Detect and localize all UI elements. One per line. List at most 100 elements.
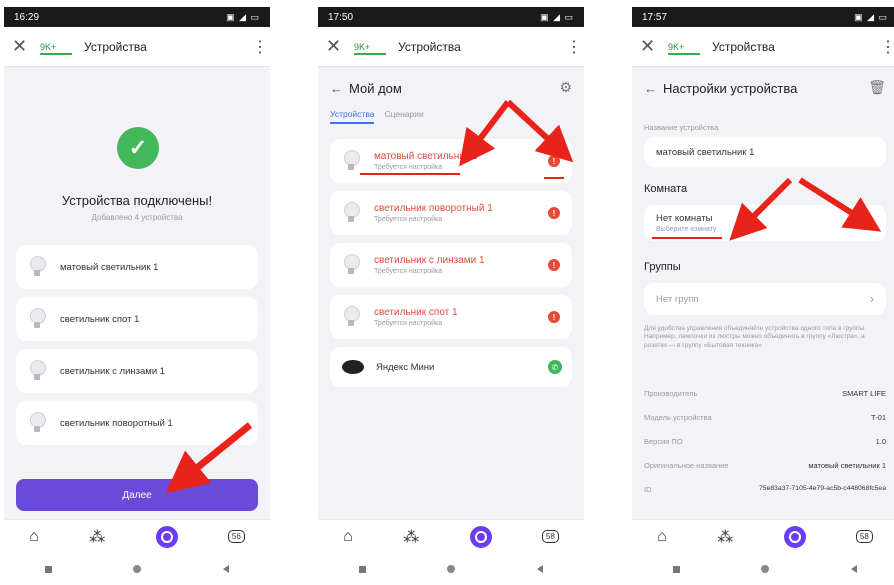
back-arrow-icon[interactable]: ← <box>644 81 657 96</box>
error-icon[interactable]: ! <box>548 311 560 323</box>
trash-icon[interactable]: 🗑 <box>868 79 886 96</box>
device-card[interactable]: светильник с линзами 1 <box>16 349 258 393</box>
bulb-icon <box>342 254 360 276</box>
groups-field[interactable]: Нет групп › <box>644 283 886 315</box>
page-content: ← Настройки устройства 🗑 Название устройс… <box>632 67 894 521</box>
device-card[interactable]: светильник спот 1 Требуется настройка ! <box>330 295 572 339</box>
page-title: Устройства подключены! <box>61 193 213 208</box>
bulb-icon <box>342 306 360 328</box>
more-menu-icon[interactable]: ⋮ <box>252 37 268 57</box>
back-icon[interactable] <box>537 565 544 573</box>
room-field[interactable]: Нет комнаты Выберите комнату ! <box>644 205 886 241</box>
browser-bar: ✕ 9K+ Устройства ⋮ <box>632 27 894 67</box>
device-card[interactable]: матовый светильник 1 Требуется настройка … <box>330 139 572 183</box>
bottom-nav: ⌂ ⁂ 58 <box>318 519 584 553</box>
call-icon[interactable]: ✆ <box>548 360 562 374</box>
speaker-name: Яндекс Мини <box>376 361 435 373</box>
phone-screen-1: 16:29 ▣ ◢ ▭ ✕ 9K+ Устройства ⋮ ✓ Устройс… <box>4 7 270 585</box>
close-icon[interactable]: ✕ <box>12 36 34 57</box>
next-button[interactable]: Далее <box>16 479 258 511</box>
bottom-nav: ⌂ ⁂ 56 <box>4 519 270 553</box>
device-card[interactable]: светильник поворотный 1 Требуется настрой… <box>330 191 572 235</box>
site-rating: 9K+ <box>348 42 398 55</box>
speaker-card[interactable]: Яндекс Мини ✆ <box>330 347 572 387</box>
page-subtitle: Добавлено 4 устройства <box>91 213 183 222</box>
page-content: ← Мой дом ⚙ Устройства Сценарии матовый с… <box>318 67 584 521</box>
info-row: Производитель SMART LIFE <box>644 389 886 398</box>
back-icon[interactable] <box>223 565 230 573</box>
alice-icon[interactable] <box>783 525 806 548</box>
alice-icon[interactable] <box>469 525 492 548</box>
error-icon[interactable]: ! <box>862 217 874 229</box>
back-arrow-icon[interactable]: ← <box>330 81 343 96</box>
recents-icon[interactable] <box>44 565 52 573</box>
services-icon[interactable]: ⁂ <box>403 527 419 547</box>
settings-header: ← Настройки устройства <box>644 81 797 96</box>
recents-icon[interactable] <box>672 565 680 573</box>
home-button-icon[interactable] <box>761 565 770 573</box>
tabs: Устройства Сценарии <box>330 109 424 124</box>
alice-icon[interactable] <box>155 525 178 548</box>
services-icon[interactable]: ⁂ <box>717 527 733 547</box>
home-icon[interactable]: ⌂ <box>29 528 39 546</box>
device-name: матовый светильник 1 <box>60 261 159 273</box>
gear-icon[interactable]: ⚙ <box>559 79 572 96</box>
device-card[interactable]: светильник поворотный 1 <box>16 401 258 445</box>
device-card[interactable]: светильник спот 1 <box>16 297 258 341</box>
groups-value: Нет групп <box>656 293 699 305</box>
status-bar: 17:57 ▣ ◢ ▭ <box>632 7 894 27</box>
status-bar: 16:29 ▣ ◢ ▭ <box>4 7 270 27</box>
home-button-icon[interactable] <box>447 565 456 573</box>
browser-title: Устройства <box>712 39 775 54</box>
status-time: 17:57 <box>642 11 668 23</box>
device-name: матовый светильник 1 <box>374 151 478 162</box>
status-bar: 17:50 ▣ ◢ ▭ <box>318 7 584 27</box>
status-icons: ▣ ◢ ▭ <box>854 11 888 22</box>
room-value: Нет комнаты <box>656 213 713 224</box>
highlight-underline <box>652 237 722 239</box>
home-icon[interactable]: ⌂ <box>657 528 667 546</box>
settings-title: Настройки устройства <box>663 81 798 96</box>
device-status: Требуется настройка <box>374 216 443 223</box>
device-name: светильник поворотный 1 <box>374 203 493 214</box>
highlight-underline <box>544 177 564 179</box>
more-menu-icon[interactable]: ⋮ <box>566 37 582 57</box>
device-card[interactable]: светильник с линзами 1 Требуется настройк… <box>330 243 572 287</box>
room-section: Комната <box>644 183 688 195</box>
bulb-icon <box>28 256 46 278</box>
device-name: светильник с линзами 1 <box>374 255 485 266</box>
system-nav <box>632 553 894 585</box>
name-field[interactable]: матовый светильник 1 <box>644 137 886 167</box>
tabs-count-badge[interactable]: 56 <box>227 530 245 543</box>
home-header: ← Мой дом <box>330 81 402 96</box>
home-button-icon[interactable] <box>133 565 142 573</box>
speaker-icon <box>342 360 364 374</box>
device-card[interactable]: матовый светильник 1 <box>16 245 258 289</box>
back-icon[interactable] <box>851 565 858 573</box>
device-status: Требуется настройка <box>374 268 443 275</box>
close-icon[interactable]: ✕ <box>326 36 348 57</box>
more-menu-icon[interactable]: ⋮ <box>880 37 894 57</box>
close-icon[interactable]: ✕ <box>640 36 662 57</box>
services-icon[interactable]: ⁂ <box>89 527 105 547</box>
device-name: светильник с линзами 1 <box>60 365 166 377</box>
tab-scenarios[interactable]: Сценарии <box>384 109 423 124</box>
error-icon[interactable]: ! <box>548 259 560 271</box>
name-value: матовый светильник 1 <box>656 146 755 158</box>
system-nav <box>4 553 270 585</box>
home-title: Мой дом <box>349 81 402 96</box>
success-check-icon: ✓ <box>117 127 159 169</box>
status-time: 17:50 <box>328 11 354 23</box>
tabs-count-badge[interactable]: 58 <box>541 530 559 543</box>
device-status: Требуется настройка <box>374 320 443 327</box>
error-icon[interactable]: ! <box>548 207 560 219</box>
tabs-count-badge[interactable]: 58 <box>855 530 873 543</box>
home-icon[interactable]: ⌂ <box>343 528 353 546</box>
status-icons: ▣ ◢ ▭ <box>226 11 260 22</box>
error-icon[interactable]: ! <box>548 155 560 167</box>
status-time: 16:29 <box>14 11 40 23</box>
status-icons: ▣ ◢ ▭ <box>540 11 574 22</box>
recents-icon[interactable] <box>358 565 366 573</box>
tab-devices[interactable]: Устройства <box>330 109 375 124</box>
browser-bar: ✕ 9K+ Устройства ⋮ <box>318 27 584 67</box>
